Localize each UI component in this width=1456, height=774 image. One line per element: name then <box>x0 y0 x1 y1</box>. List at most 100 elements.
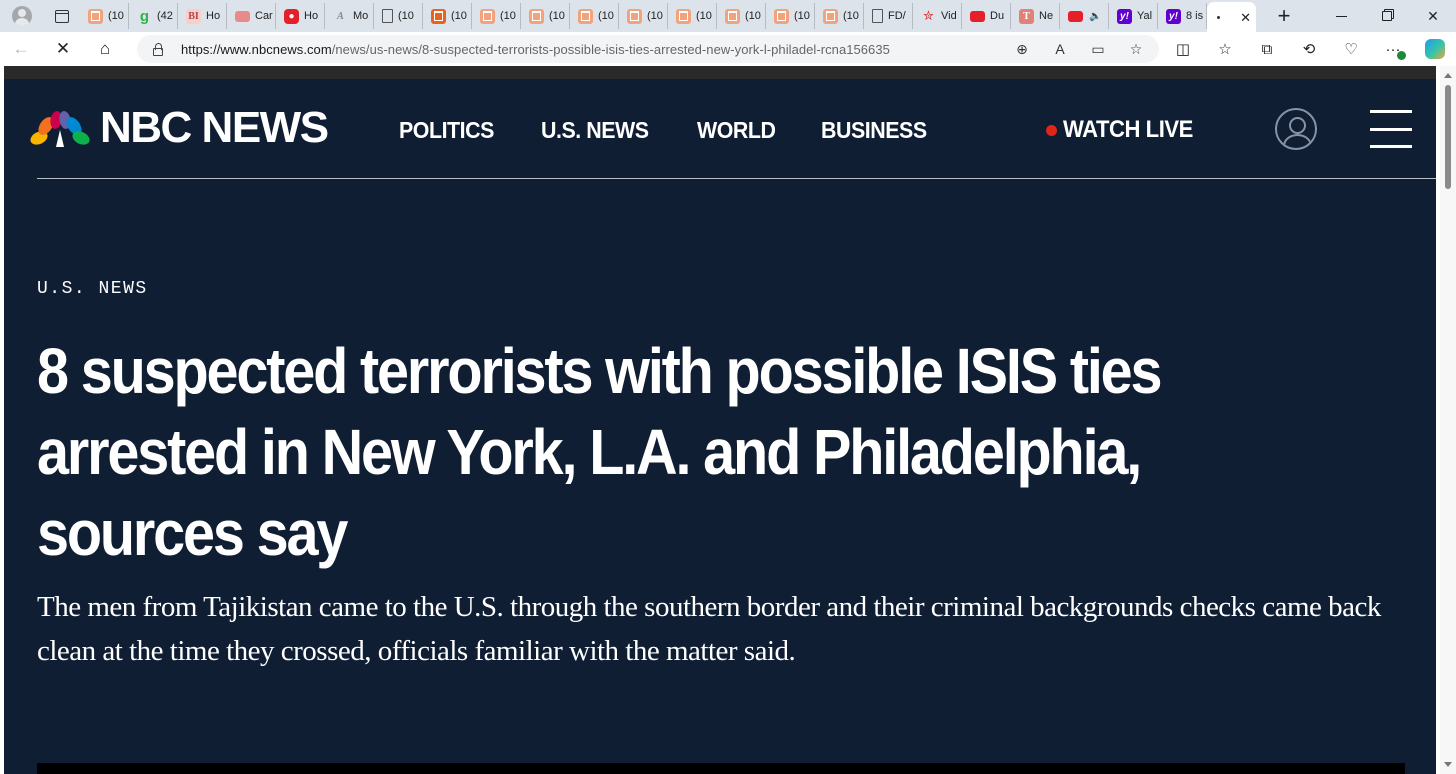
browser-tab[interactable]: (10 <box>374 3 423 29</box>
copilot-button[interactable] <box>1414 32 1456 66</box>
tab-label: (10 <box>745 10 761 22</box>
favorite-star-icon[interactable]: ☆ <box>1125 41 1147 58</box>
tab-label: (10 <box>108 10 124 22</box>
star-icon: ✮ <box>923 8 934 23</box>
tab-label: Ho <box>304 10 319 22</box>
collections-button[interactable]: ⧉ <box>1246 32 1288 66</box>
close-tab-icon[interactable]: ✕ <box>1240 10 1251 26</box>
browser-essentials-button[interactable]: ♡ <box>1330 32 1372 66</box>
lock-icon[interactable] <box>153 42 163 56</box>
nav-link-us-news[interactable]: U.S. NEWS <box>541 117 649 144</box>
browser-tab[interactable]: 🔈 <box>1060 3 1109 29</box>
article-headline: 8 suspected terrorists with possible ISI… <box>37 335 1163 569</box>
scroll-down-arrow-icon[interactable] <box>1444 762 1452 767</box>
browser-tab[interactable]: Car <box>227 3 276 29</box>
tab-label: Yal <box>1137 10 1153 22</box>
yahoo-icon: y! <box>1166 8 1181 24</box>
nav-link-world[interactable]: WORLD <box>697 117 776 144</box>
scrollbar-thumb[interactable] <box>1445 85 1451 189</box>
profile-avatar-icon <box>12 6 32 26</box>
browser-tab[interactable]: ● Ho <box>276 3 325 29</box>
restore-button[interactable] <box>1364 0 1410 32</box>
scroll-up-arrow-icon[interactable] <box>1444 73 1452 78</box>
zoom-icon[interactable]: ⊕ <box>1011 41 1033 58</box>
browser-toolbar: ← ✕ ⌂ https://www.nbcnews.com/news/us-ne… <box>0 32 1456 66</box>
tab-list: (10 g (42 BI Ho Car ● Ho A Mo (10 (10 (10 (1… <box>80 0 1256 32</box>
browser-tab[interactable]: (10 <box>570 3 619 29</box>
substack-icon <box>88 8 103 24</box>
close-icon: ✕ <box>1427 7 1439 24</box>
browser-tab[interactable]: y! 8 is <box>1158 3 1207 29</box>
browser-tab[interactable]: (10 <box>472 3 521 29</box>
url-path: /news/us-news/8-suspected-terrorists-pos… <box>331 41 890 57</box>
read-aloud-icon[interactable]: A <box>1049 41 1071 57</box>
article-section-label[interactable]: U.S. NEWS <box>37 279 148 299</box>
browser-tab[interactable]: (10 <box>815 3 864 29</box>
browser-tab[interactable]: y! Yal <box>1109 3 1158 29</box>
home-button[interactable]: ⌂ <box>84 32 126 66</box>
active-tab[interactable]: ✕ <box>1207 2 1256 32</box>
live-dot-icon <box>1046 124 1057 136</box>
close-window-button[interactable]: ✕ <box>1410 0 1456 32</box>
nav-link-politics[interactable]: POLITICS <box>399 117 494 144</box>
audio-playing-icon[interactable]: 🔈 <box>1088 9 1103 24</box>
back-button[interactable]: ← <box>0 32 42 66</box>
browser-tab[interactable]: g (42 <box>129 3 178 29</box>
browser-tab[interactable]: Du <box>962 3 1011 29</box>
business-insider-icon: BI <box>186 8 201 24</box>
nav-link-business[interactable]: BUSINESS <box>821 117 927 144</box>
youtube-icon <box>1068 9 1083 24</box>
history-icon: ⟲ <box>1302 41 1316 58</box>
watch-live-label: WATCH LIVE <box>1063 116 1193 143</box>
substack-icon <box>627 8 642 24</box>
document-icon <box>872 9 883 23</box>
new-tab-button[interactable]: + <box>1264 0 1304 32</box>
profile-button[interactable] <box>0 0 44 32</box>
page-scrollbar[interactable] <box>1440 66 1456 774</box>
browser-tab[interactable]: BI Ho <box>178 3 227 29</box>
heart-pulse-icon: ♡ <box>1344 41 1358 58</box>
news-icon: ● <box>284 8 299 24</box>
tab-label: Mo <box>353 10 369 22</box>
ai-icon: A <box>337 10 344 22</box>
url-text[interactable]: https://www.nbcnews.com/news/us-news/8-s… <box>181 42 890 57</box>
address-bar[interactable]: https://www.nbcnews.com/news/us-news/8-s… <box>137 35 1159 63</box>
browser-tab[interactable]: T Ne <box>1011 3 1060 29</box>
tab-actions-button[interactable] <box>44 0 80 32</box>
home-icon: ⌂ <box>99 39 111 58</box>
page-viewport: NBC NEWS POLITICS U.S. NEWS WORLD BUSINE… <box>0 66 1456 774</box>
browser-tab[interactable]: (10 <box>619 3 668 29</box>
youtube-icon <box>970 9 985 24</box>
tab-actions-icon <box>55 9 69 23</box>
browser-tab[interactable]: ✮ Vid <box>913 3 962 29</box>
stop-button[interactable]: ✕ <box>42 32 84 66</box>
account-icon[interactable] <box>1275 108 1317 150</box>
document-icon <box>382 9 393 23</box>
main-nav: POLITICS U.S. NEWS WORLD BUSINESS <box>399 117 935 144</box>
substack-icon <box>578 8 593 24</box>
browser-tab[interactable]: (10 <box>766 3 815 29</box>
browser-tab[interactable]: (10 <box>521 3 570 29</box>
history-button[interactable]: ⟲ <box>1288 32 1330 66</box>
youtube-icon <box>235 9 250 24</box>
favorites-button[interactable]: ☆ <box>1204 32 1246 66</box>
browser-tab[interactable]: (10 <box>668 3 717 29</box>
watch-live-button[interactable]: WATCH LIVE <box>1046 116 1204 144</box>
browser-tab[interactable]: (10 <box>423 3 472 29</box>
settings-more-button[interactable]: ··· <box>1372 32 1414 66</box>
browser-tab[interactable]: (10 <box>80 3 129 29</box>
split-screen-button[interactable]: ◫ <box>1162 32 1204 66</box>
minimize-button[interactable] <box>1318 0 1364 32</box>
substack-icon <box>823 8 838 24</box>
menu-hamburger-icon[interactable] <box>1370 110 1412 148</box>
browser-tab[interactable]: FD/ <box>864 3 913 29</box>
browser-tab[interactable]: (10 <box>717 3 766 29</box>
stop-icon: ✕ <box>55 39 71 58</box>
immersive-reader-icon[interactable]: ▭ <box>1087 41 1109 58</box>
nbc-news-logo[interactable]: NBC NEWS <box>30 106 329 150</box>
loading-spinner-icon <box>1217 15 1220 19</box>
browser-tab[interactable]: A Mo <box>325 3 374 29</box>
tab-label: (10 <box>500 10 516 22</box>
tab-label: (42 <box>157 10 173 22</box>
tab-label: (10 <box>794 10 810 22</box>
